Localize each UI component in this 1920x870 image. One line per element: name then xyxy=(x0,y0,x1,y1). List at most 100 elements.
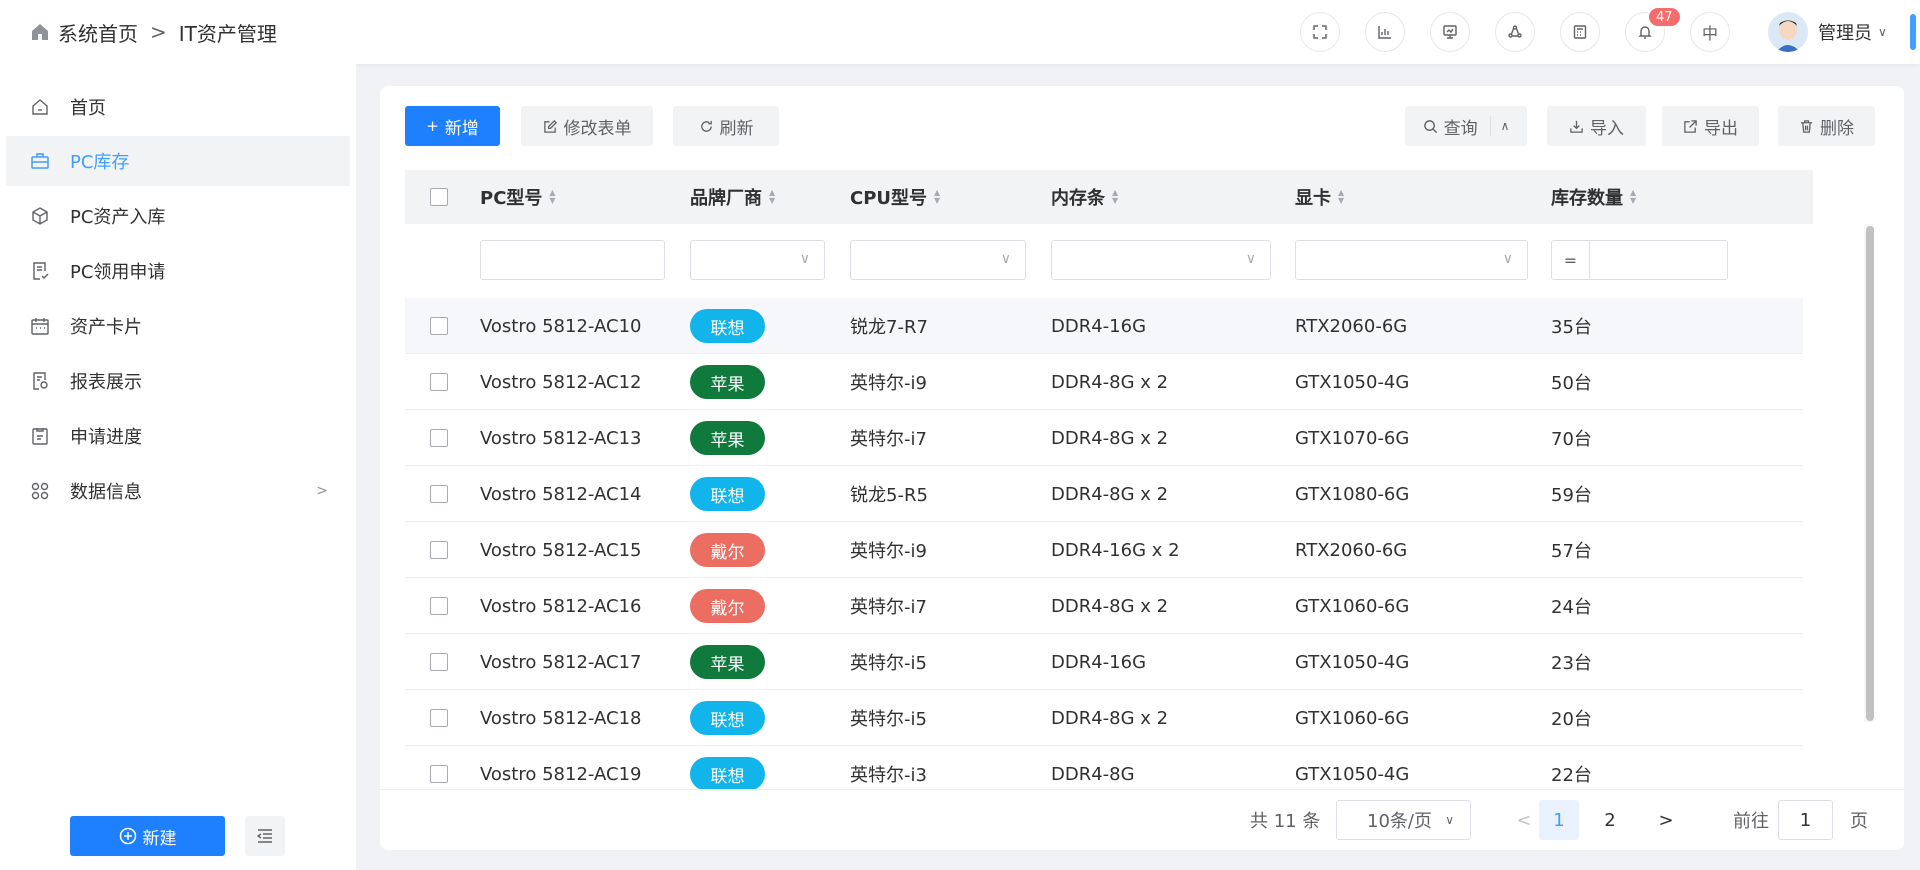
sidebar-item-pc-stock-in[interactable]: PC资产入库 xyxy=(6,191,350,241)
brand-tag: 戴尔 xyxy=(690,589,765,623)
cell-gpu: GTX1060-6G xyxy=(1295,707,1410,729)
sort-icon[interactable]: ▲ ▼ xyxy=(769,189,775,205)
download-icon xyxy=(1570,120,1583,133)
cell-brand: 联想 xyxy=(690,298,765,354)
operator-equals[interactable]: = xyxy=(1552,241,1590,279)
notification-button[interactable]: 47 xyxy=(1625,7,1681,52)
export-button[interactable]: 导出 xyxy=(1662,106,1759,146)
sidebar-item-label: 数据信息 xyxy=(70,482,142,503)
row-checkbox[interactable] xyxy=(430,317,448,335)
table-row[interactable]: Vostro 5812-AC15 戴尔 英特尔-i9 DDR4-16G x 2 RTX2… xyxy=(405,522,1803,578)
sort-icon[interactable]: ▲ ▼ xyxy=(549,189,555,205)
edit-form-button[interactable]: 修改表单 xyxy=(521,106,653,146)
column-header-gpu[interactable]: 显卡 ▲ ▼ xyxy=(1295,170,1344,224)
cell-stock: 22台 xyxy=(1551,765,1592,786)
cell-model: Vostro 5812-AC13 xyxy=(480,427,642,449)
sort-icon[interactable]: ▲ ▼ xyxy=(934,189,940,205)
cell-model: Vostro 5812-AC17 xyxy=(480,651,642,673)
breadcrumb-home[interactable]: 系统首页 xyxy=(58,18,138,47)
cell-brand: 苹果 xyxy=(690,354,765,410)
gpu-filter-select[interactable]: ∨ xyxy=(1295,240,1528,280)
inventory-card: + 新增 修改表单 刷新 查询 ∧ 导入 导出 删除 PC型号 ▲ ▼ 品牌厂商 ▲ ▼… xyxy=(380,86,1904,850)
import-button[interactable]: 导入 xyxy=(1547,106,1646,146)
export-label: 导出 xyxy=(1704,118,1738,139)
goto-page-input[interactable]: 1 xyxy=(1778,800,1833,840)
sidebar-item-label: PC领用申请 xyxy=(70,262,166,283)
next-page-button[interactable]: > xyxy=(1646,800,1686,840)
query-button[interactable]: 查询 ∧ xyxy=(1405,106,1527,146)
sidebar-item-progress[interactable]: 申请进度 xyxy=(6,411,350,461)
sidebar-item-label: 报表展示 xyxy=(70,372,142,393)
add-button[interactable]: + 新增 xyxy=(405,106,500,146)
table-row[interactable]: Vostro 5812-AC13 苹果 英特尔-i7 DDR4-8G x 2 GTX10… xyxy=(405,410,1803,466)
vertical-scrollbar-thumb[interactable] xyxy=(1866,226,1874,721)
select-all-checkbox[interactable] xyxy=(430,188,448,206)
page-size-value: 10条/页 xyxy=(1367,811,1432,832)
row-checkbox[interactable] xyxy=(430,373,448,391)
table-row[interactable]: Vostro 5812-AC16 戴尔 英特尔-i7 DDR4-8G x 2 GTX10… xyxy=(405,578,1803,634)
cell-stock: 59台 xyxy=(1551,485,1592,506)
chevron-up-icon[interactable]: ∧ xyxy=(1501,119,1510,133)
delete-button[interactable]: 删除 xyxy=(1778,106,1875,146)
row-checkbox[interactable] xyxy=(430,429,448,447)
page-size-select[interactable]: 10条/页 ∨ xyxy=(1336,800,1471,840)
table-row[interactable]: Vostro 5812-AC12 苹果 英特尔-i9 DDR4-8G x 2 GTX10… xyxy=(405,354,1803,410)
sidebar-item-asset-card[interactable]: 资产卡片 xyxy=(6,301,350,351)
cell-stock: 50台 xyxy=(1551,373,1592,394)
sidebar: 首页 PC库存 PC资产入库 PC领用申请 资产卡片 报表展示 申请进度 数据信… xyxy=(0,64,356,870)
sidebar-collapse-button[interactable] xyxy=(245,816,285,856)
row-checkbox[interactable] xyxy=(430,597,448,615)
table-row[interactable]: Vostro 5812-AC19 联想 英特尔-i3 DDR4-8G GTX1050-4… xyxy=(405,746,1803,790)
language-button[interactable]: 中 xyxy=(1690,12,1730,52)
row-checkbox[interactable] xyxy=(430,709,448,727)
prev-page-button[interactable]: < xyxy=(1504,800,1544,840)
monitor-button[interactable] xyxy=(1430,12,1470,52)
sort-icon[interactable]: ▲ ▼ xyxy=(1630,189,1636,205)
home-icon xyxy=(32,99,48,115)
sidebar-item-reports[interactable]: 报表展示 xyxy=(6,356,350,406)
sidebar-item-home[interactable]: 首页 xyxy=(6,82,350,132)
cell-brand: 联想 xyxy=(690,690,765,746)
sidebar-item-data-info[interactable]: 数据信息 > xyxy=(6,466,350,516)
recycle-button[interactable] xyxy=(1495,12,1535,52)
chevron-right-icon: > xyxy=(316,483,328,499)
user-menu[interactable]: 管理员 ∨ xyxy=(1768,12,1887,52)
monitor-icon xyxy=(1443,25,1457,39)
table-row[interactable]: Vostro 5812-AC17 苹果 英特尔-i5 DDR4-16G GTX1050-… xyxy=(405,634,1803,690)
sort-icon[interactable]: ▲ ▼ xyxy=(1112,189,1118,205)
sidebar-item-pc-inventory[interactable]: PC库存 xyxy=(6,136,350,186)
table-row[interactable]: Vostro 5812-AC14 联想 锐龙5-R5 DDR4-8G x 2 GTX10… xyxy=(405,466,1803,522)
brand-tag: 联想 xyxy=(690,757,765,790)
brand-filter-select[interactable]: ∨ xyxy=(690,240,825,280)
fullscreen-button[interactable] xyxy=(1300,12,1340,52)
row-checkbox[interactable] xyxy=(430,765,448,783)
table-row[interactable]: Vostro 5812-AC18 联想 英特尔-i5 DDR4-8G x 2 GTX10… xyxy=(405,690,1803,746)
page-1-button[interactable]: 1 xyxy=(1539,800,1579,840)
cpu-filter-select[interactable]: ∨ xyxy=(850,240,1026,280)
column-header-cpu[interactable]: CPU型号 ▲ ▼ xyxy=(850,170,940,224)
brand-tag: 联想 xyxy=(690,309,765,343)
column-header-stock[interactable]: 库存数量 ▲ ▼ xyxy=(1551,170,1636,224)
refresh-button[interactable]: 刷新 xyxy=(673,106,779,146)
sidebar-new-button[interactable]: 新建 xyxy=(70,816,225,856)
row-checkbox[interactable] xyxy=(430,541,448,559)
table-header: PC型号 ▲ ▼ 品牌厂商 ▲ ▼ CPU型号 ▲ ▼ 内存条 ▲ ▼ 显卡 ▲ ▼ 库存数量 ▲ ▼ xyxy=(405,170,1813,224)
sort-icon[interactable]: ▲ ▼ xyxy=(1338,189,1344,205)
model-filter-input[interactable] xyxy=(480,240,665,280)
stock-filter-input[interactable]: = xyxy=(1551,240,1728,280)
memory-filter-select[interactable]: ∨ xyxy=(1051,240,1271,280)
row-checkbox[interactable] xyxy=(430,653,448,671)
row-checkbox[interactable] xyxy=(430,485,448,503)
add-button-label: 新增 xyxy=(444,118,479,139)
refresh-label: 刷新 xyxy=(719,118,754,139)
page-2-button[interactable]: 2 xyxy=(1590,800,1630,840)
sidebar-item-pc-request[interactable]: PC领用申请 xyxy=(6,246,350,296)
cell-memory: DDR4-16G x 2 xyxy=(1051,539,1180,561)
scroll-indicator xyxy=(1910,14,1916,50)
column-header-brand[interactable]: 品牌厂商 ▲ ▼ xyxy=(690,170,775,224)
table-row[interactable]: Vostro 5812-AC10 联想 锐龙7-R7 DDR4-16G RTX2060-… xyxy=(405,298,1803,354)
chart-button[interactable] xyxy=(1365,12,1405,52)
column-header-memory[interactable]: 内存条 ▲ ▼ xyxy=(1051,170,1118,224)
calculator-button[interactable] xyxy=(1560,12,1600,52)
column-header-model[interactable]: PC型号 ▲ ▼ xyxy=(480,170,556,224)
